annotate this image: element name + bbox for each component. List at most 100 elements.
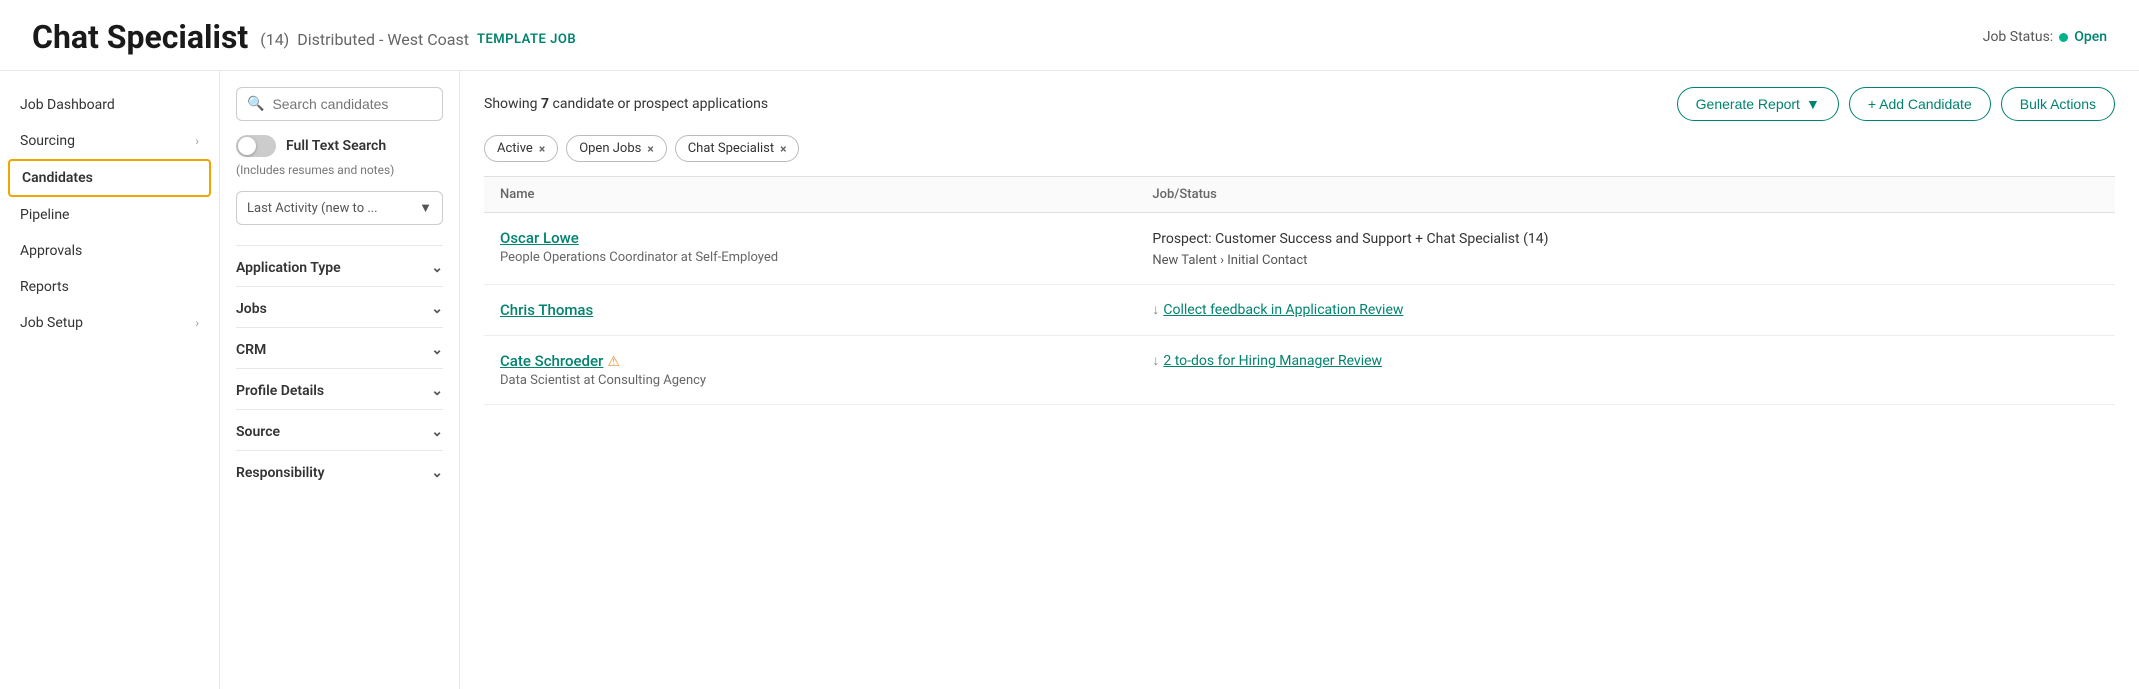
search-input[interactable] bbox=[272, 96, 432, 112]
action-link[interactable]: 2 to-dos for Hiring Manager Review bbox=[1163, 353, 1382, 369]
filter-chevron-icon: ⌄ bbox=[431, 301, 443, 317]
filter-section-label: Application Type bbox=[236, 260, 341, 276]
sidebar-item-reports[interactable]: Reports bbox=[0, 269, 219, 305]
filter-section-header-source[interactable]: Source ⌄ bbox=[236, 424, 443, 446]
candidate-status-cell-cate-schroeder: ↓2 to-dos for Hiring Manager Review bbox=[1136, 336, 2115, 405]
sidebar: Job Dashboard Sourcing › Candidates Pipeline… bbox=[0, 71, 220, 689]
filter-tags: Active × Open Jobs × Chat Specialist × bbox=[484, 135, 2115, 162]
sidebar-label: Job Setup bbox=[20, 315, 83, 331]
generate-report-button[interactable]: Generate Report ▼ bbox=[1677, 87, 1839, 121]
app-container: Chat Specialist (14) Distributed - West … bbox=[0, 0, 2139, 689]
candidates-table: NameJob/Status Oscar Lowe People Operatio… bbox=[484, 176, 2115, 405]
page-header: Chat Specialist (14) Distributed - West … bbox=[0, 0, 2139, 71]
sidebar-label: Pipeline bbox=[20, 207, 70, 223]
tag-label: Chat Specialist bbox=[688, 141, 774, 156]
candidate-subtitle: Data Scientist at Consulting Agency bbox=[500, 373, 1120, 388]
toggle-hint: (Includes resumes and notes) bbox=[236, 163, 443, 177]
filter-chevron-icon: ⌄ bbox=[431, 383, 443, 399]
header-left: Chat Specialist (14) Distributed - West … bbox=[32, 18, 576, 56]
job-stage: New Talent › Initial Contact bbox=[1152, 253, 2099, 268]
job-status-label: Job Status: bbox=[1983, 29, 2053, 45]
dropdown-chevron-icon: ▼ bbox=[1806, 96, 1820, 112]
sidebar-label: Reports bbox=[20, 279, 69, 295]
sidebar-item-job-dashboard[interactable]: Job Dashboard bbox=[0, 87, 219, 123]
sort-label: Last Activity (new to ... bbox=[247, 201, 378, 216]
page-title: Chat Specialist bbox=[32, 18, 248, 56]
candidate-subtitle: People Operations Coordinator at Self-Em… bbox=[500, 250, 1120, 265]
action-prefix: ↓ bbox=[1152, 353, 1159, 369]
action-link-container: ↓Collect feedback in Application Review bbox=[1152, 301, 2099, 318]
filter-section-header-jobs[interactable]: Jobs ⌄ bbox=[236, 301, 443, 323]
sort-dropdown[interactable]: Last Activity (new to ... ▼ bbox=[236, 191, 443, 225]
tag-close-icon[interactable]: × bbox=[647, 142, 653, 156]
full-text-toggle[interactable]: Full Text Search bbox=[236, 135, 443, 157]
results-number: 7 bbox=[541, 96, 549, 112]
main-content: Showing 7 candidate or prospect applicat… bbox=[460, 71, 2139, 689]
results-count-text: Showing 7 candidate or prospect applicat… bbox=[484, 96, 768, 112]
add-candidate-label: + Add Candidate bbox=[1868, 96, 1972, 112]
job-status-text: Prospect: Customer Success and Support +… bbox=[1152, 229, 2099, 250]
filter-panel: 🔍 Full Text Search (Includes resumes and… bbox=[220, 71, 460, 689]
toggle-knob bbox=[238, 137, 256, 155]
filter-section-label: Source bbox=[236, 424, 280, 440]
action-link[interactable]: Collect feedback in Application Review bbox=[1163, 302, 1403, 318]
filter-section-header-crm[interactable]: CRM ⌄ bbox=[236, 342, 443, 364]
sidebar-label: Approvals bbox=[20, 243, 82, 259]
sidebar-label: Candidates bbox=[22, 170, 93, 186]
tag-label: Open Jobs bbox=[579, 141, 641, 156]
action-link-container: ↓2 to-dos for Hiring Manager Review bbox=[1152, 352, 2099, 369]
search-box[interactable]: 🔍 bbox=[236, 87, 443, 121]
candidate-status-cell-chris-thomas: ↓Collect feedback in Application Review bbox=[1136, 285, 2115, 336]
col-header-name: Name bbox=[484, 177, 1136, 213]
tag-close-icon[interactable]: × bbox=[539, 142, 545, 156]
add-candidate-button[interactable]: + Add Candidate bbox=[1849, 87, 1991, 121]
filter-section-header-profile-details[interactable]: Profile Details ⌄ bbox=[236, 383, 443, 405]
results-suffix: candidate or prospect applications bbox=[553, 96, 769, 112]
sidebar-item-sourcing[interactable]: Sourcing › bbox=[0, 123, 219, 159]
results-prefix: Showing bbox=[484, 96, 538, 112]
bulk-actions-button[interactable]: Bulk Actions bbox=[2001, 87, 2115, 121]
toggle-switch[interactable] bbox=[236, 135, 276, 157]
filter-chevron-icon: ⌄ bbox=[431, 342, 443, 358]
table-row: Cate Schroeder⚠Data Scientist at Consult… bbox=[484, 336, 2115, 405]
candidate-name-cell-oscar-lowe: Oscar Lowe People Operations Coordinator … bbox=[484, 213, 1136, 285]
job-status-value: Open bbox=[2074, 29, 2107, 45]
filter-section-label: Responsibility bbox=[236, 465, 325, 481]
sidebar-label: Sourcing bbox=[20, 133, 75, 149]
candidate-count: (14) bbox=[260, 30, 289, 49]
filter-tag-chat-specialist[interactable]: Chat Specialist × bbox=[675, 135, 800, 162]
action-prefix: ↓ bbox=[1152, 302, 1159, 318]
candidate-name-link[interactable]: Oscar Lowe bbox=[500, 229, 579, 247]
filter-tag-active[interactable]: Active × bbox=[484, 135, 558, 162]
candidate-name-link[interactable]: Chris Thomas bbox=[500, 301, 593, 319]
action-buttons: Generate Report ▼ + Add Candidate Bulk A… bbox=[1677, 87, 2115, 121]
table-body: Oscar Lowe People Operations Coordinator … bbox=[484, 213, 2115, 405]
table-row: Chris Thomas ↓Collect feedback in Applica… bbox=[484, 285, 2115, 336]
body-layout: Job Dashboard Sourcing › Candidates Pipeline… bbox=[0, 71, 2139, 689]
filter-tag-open-jobs[interactable]: Open Jobs × bbox=[566, 135, 667, 162]
table-header-row: NameJob/Status bbox=[484, 177, 2115, 213]
generate-report-label: Generate Report bbox=[1696, 96, 1800, 112]
col-header-job-status: Job/Status bbox=[1136, 177, 2115, 213]
header-right: Job Status: Open bbox=[1983, 29, 2107, 45]
tag-label: Active bbox=[497, 141, 533, 156]
filter-section-header-responsibility[interactable]: Responsibility ⌄ bbox=[236, 465, 443, 487]
search-icon: 🔍 bbox=[247, 96, 264, 112]
candidate-name-link[interactable]: Cate Schroeder bbox=[500, 352, 603, 370]
filter-section-header-application-type[interactable]: Application Type ⌄ bbox=[236, 260, 443, 282]
candidate-status-cell-oscar-lowe: Prospect: Customer Success and Support +… bbox=[1136, 213, 2115, 285]
filter-section-source: Source ⌄ bbox=[236, 409, 443, 450]
table-head: NameJob/Status bbox=[484, 177, 2115, 213]
filter-chevron-icon: ⌄ bbox=[431, 260, 443, 276]
sidebar-item-pipeline[interactable]: Pipeline bbox=[0, 197, 219, 233]
tag-close-icon[interactable]: × bbox=[780, 142, 786, 156]
sidebar-item-approvals[interactable]: Approvals bbox=[0, 233, 219, 269]
template-job-badge[interactable]: TEMPLATE JOB bbox=[477, 32, 576, 47]
table-row: Oscar Lowe People Operations Coordinator … bbox=[484, 213, 2115, 285]
results-header: Showing 7 candidate or prospect applicat… bbox=[484, 87, 2115, 121]
status-dot bbox=[2059, 33, 2068, 42]
sidebar-item-job-setup[interactable]: Job Setup› bbox=[0, 305, 219, 341]
sidebar-item-candidates[interactable]: Candidates bbox=[8, 159, 211, 197]
sidebar-chevron-icon: › bbox=[195, 134, 199, 148]
location-text: Distributed - West Coast bbox=[297, 30, 469, 49]
